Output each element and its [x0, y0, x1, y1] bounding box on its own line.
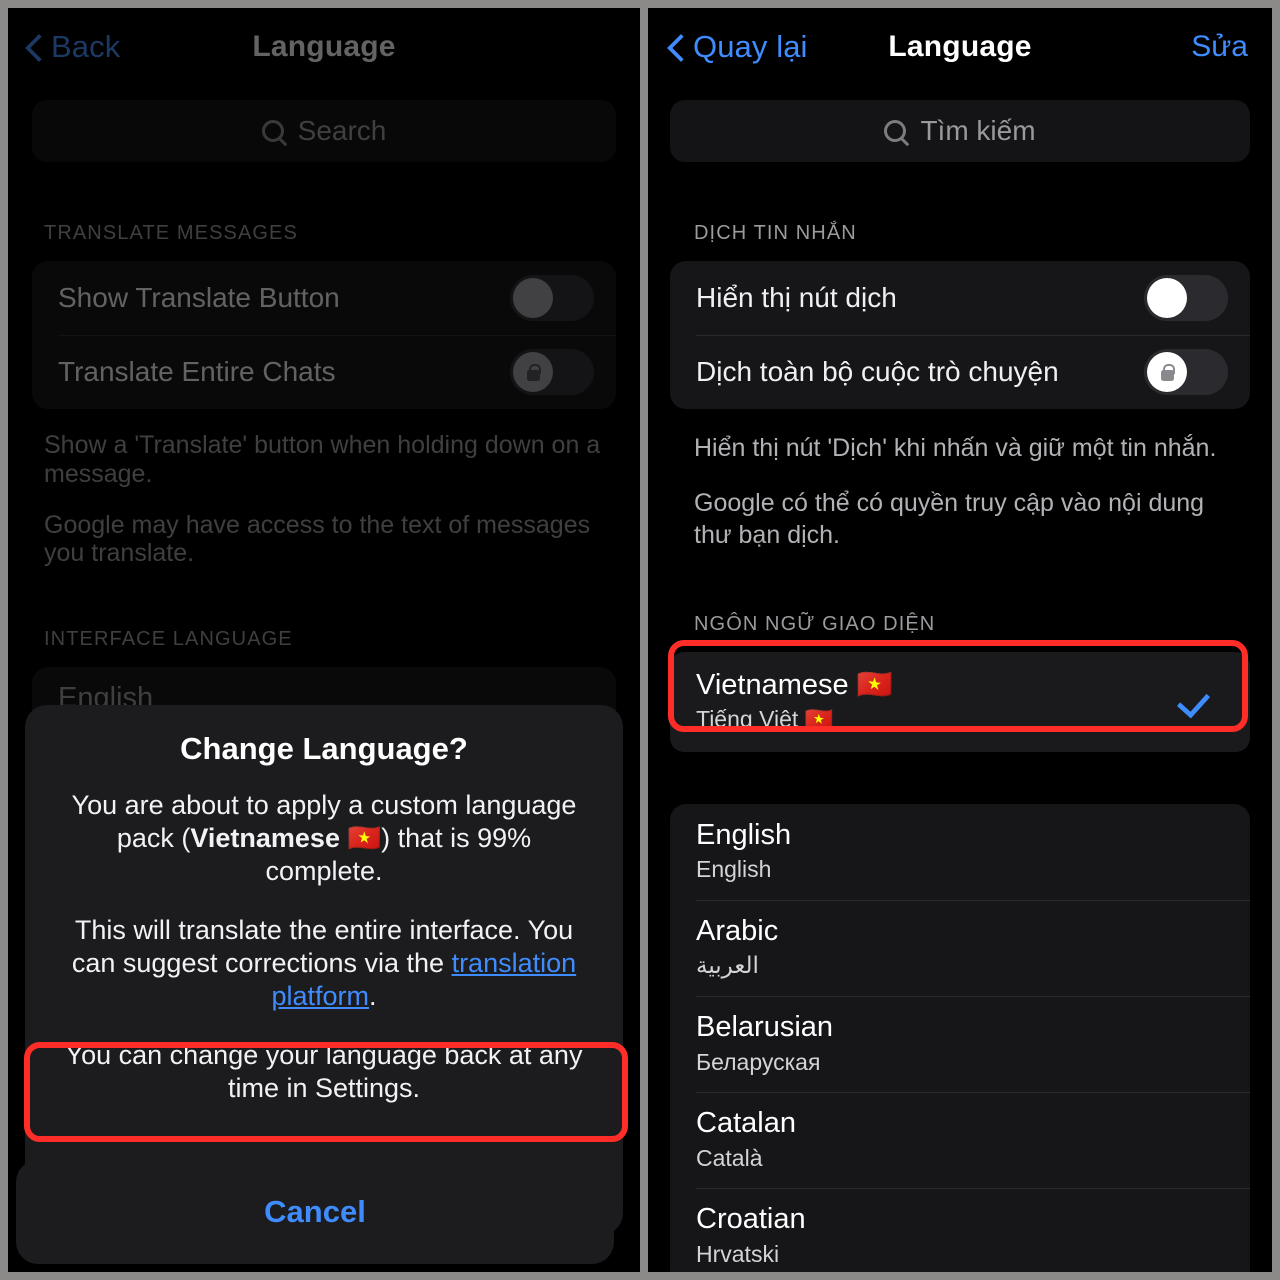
- page-title: Language: [252, 30, 396, 63]
- search-input[interactable]: Search: [32, 100, 616, 162]
- row-translate-entire-chats[interactable]: Dịch toàn bộ cuộc trò chuyện: [670, 335, 1250, 409]
- note-translate-button: Show a 'Translate' button when holding d…: [44, 431, 601, 488]
- screenshot-stage: Back Language Search TRANSLATE MESSAGES …: [0, 0, 1280, 1280]
- list-item[interactable]: Belarusian Беларуская: [670, 996, 1250, 1092]
- list-item[interactable]: Croatian Hrvatski: [670, 1188, 1250, 1272]
- list-item[interactable]: Arabic العربية: [670, 900, 1250, 996]
- language-name: Arabic: [696, 915, 779, 947]
- language-name: English: [696, 818, 792, 851]
- section-header-translate-messages: DỊCH TIN NHẮN: [694, 222, 857, 244]
- list-item[interactable]: English English: [670, 804, 1250, 900]
- left-phone-screen: Back Language Search TRANSLATE MESSAGES …: [8, 8, 640, 1272]
- note-translate-button: Hiển thị nút 'Dịch' khi nhấn và giữ một …: [694, 434, 1217, 462]
- row-show-translate-button[interactable]: Hiển thị nút dịch: [670, 261, 1250, 335]
- language-native-name: العربية: [696, 952, 759, 979]
- lock-icon: [526, 363, 541, 381]
- language-native-name: Català: [696, 1144, 763, 1171]
- row-label: Translate Entire Chats: [58, 356, 336, 387]
- lock-icon: [1160, 363, 1175, 381]
- toggle-knob: [1147, 352, 1187, 392]
- search-placeholder: Tìm kiếm: [920, 115, 1036, 146]
- section-header-translate-messages: TRANSLATE MESSAGES: [44, 222, 298, 244]
- language-list-card: English English Arabic العربية Belarusia…: [670, 803, 1250, 1272]
- note-google-access: Google may have access to the text of me…: [44, 510, 591, 568]
- page-title: Language: [888, 30, 1032, 63]
- note-google-access: Google có thể có quyền truy cập vào nội …: [694, 489, 1205, 549]
- left-navbar: Back Language: [8, 8, 640, 86]
- language-name: Catalan: [696, 1107, 796, 1140]
- translate-messages-card: Hiển thị nút dịch Dịch toàn bộ cuộc trò …: [670, 261, 1250, 409]
- dialog-language-name: Vietnamese 🇻🇳: [190, 822, 382, 853]
- cancel-button[interactable]: Cancel: [16, 1160, 614, 1264]
- search-icon: [261, 120, 284, 142]
- language-native-name: Hrvatski: [696, 1240, 780, 1267]
- right-navbar: Quay lại Language Sửa: [648, 8, 1272, 86]
- toggle-knob: [513, 352, 553, 392]
- edit-button[interactable]: Sửa: [1191, 30, 1248, 64]
- show-translate-button-toggle[interactable]: [1144, 275, 1228, 321]
- row-label: Show Translate Button: [58, 282, 340, 313]
- row-label: Hiển thị nút dịch: [696, 282, 897, 313]
- search-placeholder: Search: [297, 115, 387, 146]
- list-item[interactable]: Catalan Català: [670, 1092, 1250, 1188]
- language-name: Vietnamese 🇻🇳: [696, 668, 893, 701]
- dialog-paragraph-3: You can change your language back at any…: [65, 1039, 583, 1103]
- language-native-name: Tiếng Việt 🇻🇳: [696, 706, 834, 733]
- toggle-knob: [513, 278, 553, 318]
- language-name: Belarusian: [696, 1011, 834, 1044]
- right-phone-screen: Quay lại Language Sửa Tìm kiếm DỊCH TIN …: [648, 8, 1272, 1272]
- row-show-translate-button[interactable]: Show Translate Button: [32, 261, 616, 335]
- search-icon: [884, 120, 907, 142]
- cancel-dialog-card: Cancel: [16, 1160, 614, 1264]
- selected-language-card[interactable]: Vietnamese 🇻🇳 Tiếng Việt 🇻🇳: [670, 651, 1250, 752]
- show-translate-button-toggle[interactable]: [510, 275, 594, 321]
- row-translate-entire-chats[interactable]: Translate Entire Chats: [32, 335, 616, 409]
- row-label: Dịch toàn bộ cuộc trò chuyện: [696, 356, 1059, 387]
- right-search-wrap: Tìm kiếm: [648, 86, 1272, 162]
- section-header-interface-language: NGÔN NGỮ GIAO DIỆN: [694, 612, 936, 635]
- language-native-name: Беларуская: [696, 1048, 821, 1075]
- section-header-interface-language: INTERFACE LANGUAGE: [44, 628, 293, 650]
- change-language-dialog: Change Language? You are about to apply …: [25, 705, 623, 1235]
- language-native-name: English: [696, 856, 772, 883]
- left-search-wrap: Search: [8, 86, 640, 162]
- dialog-paragraph-2: This will translate the entire interface…: [71, 914, 577, 1011]
- checkmark-icon: [1178, 684, 1212, 718]
- list-item-vietnamese[interactable]: Vietnamese 🇻🇳 Tiếng Việt 🇻🇳: [670, 652, 1250, 752]
- translate-messages-card: Show Translate Button Translate Entire C…: [32, 261, 616, 409]
- dialog-paragraph-1: You are about to apply a custom language…: [71, 790, 577, 886]
- toggle-knob: [1147, 278, 1187, 318]
- translate-entire-chats-toggle[interactable]: [1144, 349, 1228, 395]
- language-name: Croatian: [696, 1203, 806, 1236]
- translate-entire-chats-toggle[interactable]: [510, 349, 594, 395]
- search-input[interactable]: Tìm kiếm: [670, 100, 1250, 162]
- dialog-title: Change Language?: [180, 731, 468, 766]
